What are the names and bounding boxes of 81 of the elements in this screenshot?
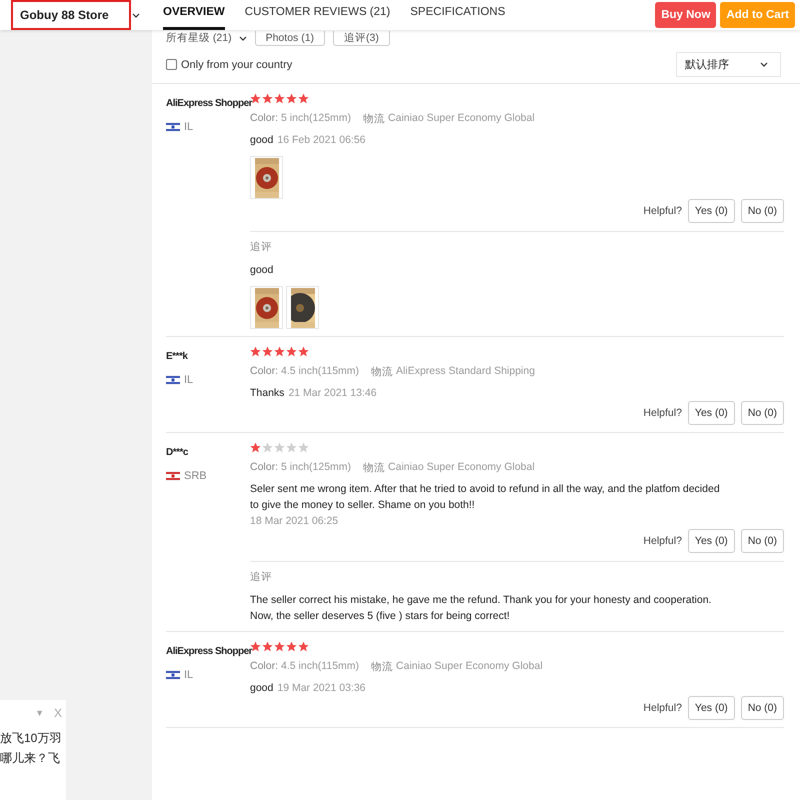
star-icon — [286, 93, 297, 104]
checkbox[interactable] — [166, 59, 177, 70]
yes-button[interactable]: Yes (0) — [688, 199, 735, 223]
reviewer-name: AliExpress Shopper — [166, 97, 252, 110]
country-code: IL — [184, 374, 194, 386]
followup-label: 追评 — [250, 570, 273, 584]
shipping-method: AliExpress Standard Shipping — [396, 365, 535, 379]
star-icon — [286, 346, 297, 357]
tab[interactable]: CUSTOMER REVIEWS (21) — [244, 0, 390, 30]
helpful-label: Helpful? — [643, 407, 682, 419]
variant-label: Color: — [250, 660, 278, 674]
star-icon — [262, 641, 273, 652]
checkbox-label: Only from your country — [181, 58, 292, 70]
reviewer-name: E***k — [166, 350, 188, 363]
star-icon — [298, 93, 309, 104]
country-code: SRB — [184, 470, 207, 482]
ad-text: 哪儿来？飞 — [0, 750, 61, 767]
helpful-label: Helpful? — [643, 702, 682, 714]
variant-label: Color: — [250, 461, 278, 475]
variant-value: 5 inch(125mm) — [281, 112, 352, 126]
chevron-icon — [132, 12, 140, 18]
country-code: IL — [184, 669, 194, 681]
star-icon — [274, 641, 285, 652]
no-button[interactable]: No (0) — [740, 696, 784, 720]
sort-dropdown[interactable]: 默认排序 — [676, 52, 781, 77]
yes-button[interactable]: Yes (0) — [688, 529, 735, 553]
star-icon — [250, 346, 261, 357]
star-icon — [262, 346, 273, 357]
variant-value: 5 inch(125mm) — [281, 461, 352, 475]
buy-now-button[interactable]: Buy Now — [655, 2, 716, 28]
helpful-label: Helpful? — [643, 535, 682, 547]
star-icon — [262, 93, 273, 104]
review-text: Seler sent me wrong item. After that he tried to avoid to refund in all the way, and the platfom decided to give the money to seller. Shame on you both!! — [250, 482, 720, 513]
shipping-label: 物流 — [371, 660, 394, 674]
review-text: Thanks — [250, 386, 284, 401]
shipping-label: 物流 — [363, 461, 386, 475]
review-date: 18 Mar 2021 06:25 — [250, 514, 338, 529]
shipping-method: Cainiao Super Economy Global — [388, 112, 535, 126]
country-code: IL — [184, 121, 194, 133]
review-date: 21 Mar 2021 13:46 — [288, 386, 377, 401]
shipping-label: 物流 — [371, 365, 394, 379]
helpful-label: Helpful? — [643, 205, 682, 217]
chevron-icon — [760, 62, 768, 67]
star-icon — [250, 442, 261, 453]
variant-label: Color: — [250, 365, 278, 379]
filter-button[interactable]: 追评(3) — [333, 30, 390, 46]
yes-button[interactable]: Yes (0) — [688, 401, 735, 425]
store-selector[interactable]: Gobuy 88 Store — [11, 0, 131, 30]
no-button[interactable]: No (0) — [740, 199, 784, 223]
star-icon — [274, 93, 285, 104]
no-button[interactable]: No (0) — [740, 529, 784, 553]
ad-text: 放飞10万羽 — [0, 730, 62, 747]
star-icon — [298, 346, 309, 357]
filter-button[interactable]: Photos (1) — [254, 30, 326, 46]
shipping-method: Cainiao Super Economy Global — [388, 461, 535, 475]
star-icon — [286, 641, 297, 652]
followup-text: good — [250, 263, 274, 278]
photo-thumbnail[interactable] — [250, 156, 283, 199]
chevron-icon — [238, 36, 247, 40]
star-icon — [298, 641, 309, 652]
shipping-method: Cainiao Super Economy Global — [396, 660, 543, 674]
followup-text: The seller correct his mistake, he gave me the refund. Thank you for your honesty and cooperation. Now, the seller deserves 5 (five ) stars for being correct! — [250, 593, 712, 624]
reviewer-name: AliExpress Shopper — [166, 645, 252, 658]
tab[interactable]: SPECIFICATIONS — [410, 0, 506, 30]
review-date: 16 Feb 2021 06:56 — [277, 133, 366, 148]
review-text: good — [250, 133, 274, 148]
rating-filter[interactable]: 所有星级 (21) — [166, 31, 232, 45]
review-date: 19 Mar 2021 03:36 — [277, 681, 366, 696]
photo-thumbnail[interactable] — [250, 286, 283, 329]
tab[interactable]: OVERVIEW — [163, 0, 225, 30]
photo-thumbnail[interactable] — [286, 286, 319, 329]
star-icon — [274, 346, 285, 357]
variant-value: 4.5 inch(115mm) — [281, 365, 360, 379]
shipping-label: 物流 — [363, 112, 386, 126]
no-button[interactable]: No (0) — [740, 401, 784, 425]
yes-button[interactable]: Yes (0) — [688, 696, 735, 720]
review-text: good — [250, 681, 274, 696]
followup-label: 追评 — [250, 240, 273, 254]
reviewer-name: D***c — [166, 446, 188, 459]
variant-value: 4.5 inch(115mm) — [281, 660, 360, 674]
variant-label: Color: — [250, 112, 278, 126]
